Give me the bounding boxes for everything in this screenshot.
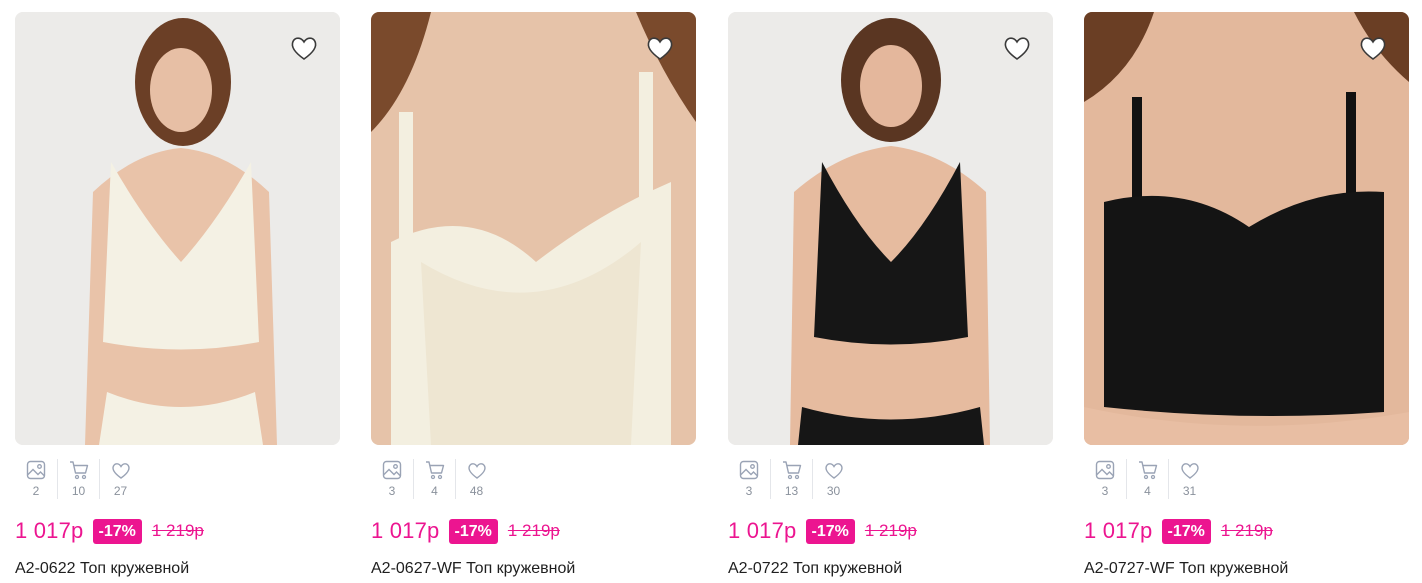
photos-count: 2 — [32, 484, 40, 498]
product-stats: 2 10 27 — [15, 459, 141, 499]
product-card[interactable]: 2 10 27 1 017р -17% 1 219р A2-0622 Топ к… — [15, 12, 340, 583]
product-card[interactable]: 3 4 48 1 017р -17% 1 219р A2-0627-WF Топ… — [371, 12, 696, 583]
image-icon — [1095, 460, 1115, 480]
cart-count: 10 — [71, 484, 86, 498]
favorites-count: 31 — [1182, 484, 1197, 498]
stat-favorites[interactable]: 31 — [1168, 459, 1210, 499]
current-price: 1 017р — [1084, 518, 1153, 543]
stat-favorites[interactable]: 48 — [455, 459, 497, 499]
discount-badge: -17% — [805, 518, 855, 544]
product-name[interactable]: A2-0727-WF Топ кружевной — [1084, 559, 1288, 579]
stat-in-cart[interactable]: 13 — [770, 459, 812, 499]
favorites-count: 30 — [826, 484, 841, 498]
favorite-button[interactable] — [288, 32, 320, 64]
favorite-button[interactable] — [1357, 32, 1389, 64]
model-photo — [371, 12, 696, 445]
price-row: 1 017р -17% 1 219р — [371, 517, 560, 545]
price-row: 1 017р -17% 1 219р — [1084, 517, 1273, 545]
price-row: 1 017р -17% 1 219р — [15, 517, 204, 545]
favorite-button[interactable] — [1001, 32, 1033, 64]
discount-badge: -17% — [92, 518, 142, 544]
model-photo — [15, 12, 340, 445]
old-price: 1 219р — [1220, 521, 1273, 540]
favorite-button[interactable] — [644, 32, 676, 64]
heart-outline-icon — [647, 37, 673, 60]
model-photo — [728, 12, 1053, 445]
model-photo — [1084, 12, 1409, 445]
image-icon — [739, 460, 759, 480]
current-price: 1 017р — [371, 518, 440, 543]
product-grid: 2 10 27 1 017р -17% 1 219р A2-0622 Топ к… — [0, 0, 1422, 583]
product-name[interactable]: A2-0622 Топ кружевной — [15, 559, 189, 579]
product-stats: 3 13 30 — [728, 459, 854, 499]
stat-photos[interactable]: 3 — [1084, 459, 1126, 499]
old-price: 1 219р — [507, 521, 560, 540]
cart-count: 4 — [1144, 484, 1151, 498]
photos-count: 3 — [745, 484, 753, 498]
stat-in-cart[interactable]: 4 — [1126, 459, 1168, 499]
photos-count: 3 — [1101, 484, 1109, 498]
cart-icon — [425, 461, 444, 480]
stat-photos[interactable]: 3 — [728, 459, 770, 499]
stat-photos[interactable]: 3 — [371, 459, 413, 499]
cart-count: 13 — [784, 484, 799, 498]
image-icon — [382, 460, 402, 480]
product-stats: 3 4 31 — [1084, 459, 1210, 499]
product-photo[interactable] — [15, 12, 340, 445]
product-card[interactable]: 3 4 31 1 017р -17% 1 219р A2-0727-WF Топ… — [1084, 12, 1409, 583]
price-row: 1 017р -17% 1 219р — [728, 517, 917, 545]
product-name[interactable]: A2-0627-WF Топ кружевной — [371, 559, 575, 579]
stat-in-cart[interactable]: 4 — [413, 459, 455, 499]
photos-count: 3 — [388, 484, 396, 498]
discount-badge: -17% — [448, 518, 498, 544]
stat-favorites[interactable]: 27 — [99, 459, 141, 499]
old-price: 1 219р — [864, 521, 917, 540]
heart-outline-icon — [1360, 37, 1386, 60]
heart-outline-icon — [1004, 37, 1030, 60]
heart-icon — [1180, 463, 1199, 479]
favorites-count: 48 — [469, 484, 484, 498]
stat-in-cart[interactable]: 10 — [57, 459, 99, 499]
cart-count: 4 — [431, 484, 438, 498]
current-price: 1 017р — [15, 518, 84, 543]
heart-icon — [824, 463, 843, 479]
product-card[interactable]: 3 13 30 1 017р -17% 1 219р A2-0722 Топ к… — [728, 12, 1053, 583]
product-photo[interactable] — [728, 12, 1053, 445]
heart-icon — [111, 463, 130, 479]
cart-icon — [782, 461, 801, 480]
heart-icon — [467, 463, 486, 479]
product-stats: 3 4 48 — [371, 459, 497, 499]
product-name[interactable]: A2-0722 Топ кружевной — [728, 559, 902, 579]
product-photo[interactable] — [1084, 12, 1409, 445]
heart-outline-icon — [291, 37, 317, 60]
cart-icon — [69, 461, 88, 480]
product-photo[interactable] — [371, 12, 696, 445]
favorites-count: 27 — [113, 484, 128, 498]
stat-photos[interactable]: 2 — [15, 459, 57, 499]
old-price: 1 219р — [151, 521, 204, 540]
cart-icon — [1138, 461, 1157, 480]
discount-badge: -17% — [1161, 518, 1211, 544]
current-price: 1 017р — [728, 518, 797, 543]
image-icon — [26, 460, 46, 480]
stat-favorites[interactable]: 30 — [812, 459, 854, 499]
